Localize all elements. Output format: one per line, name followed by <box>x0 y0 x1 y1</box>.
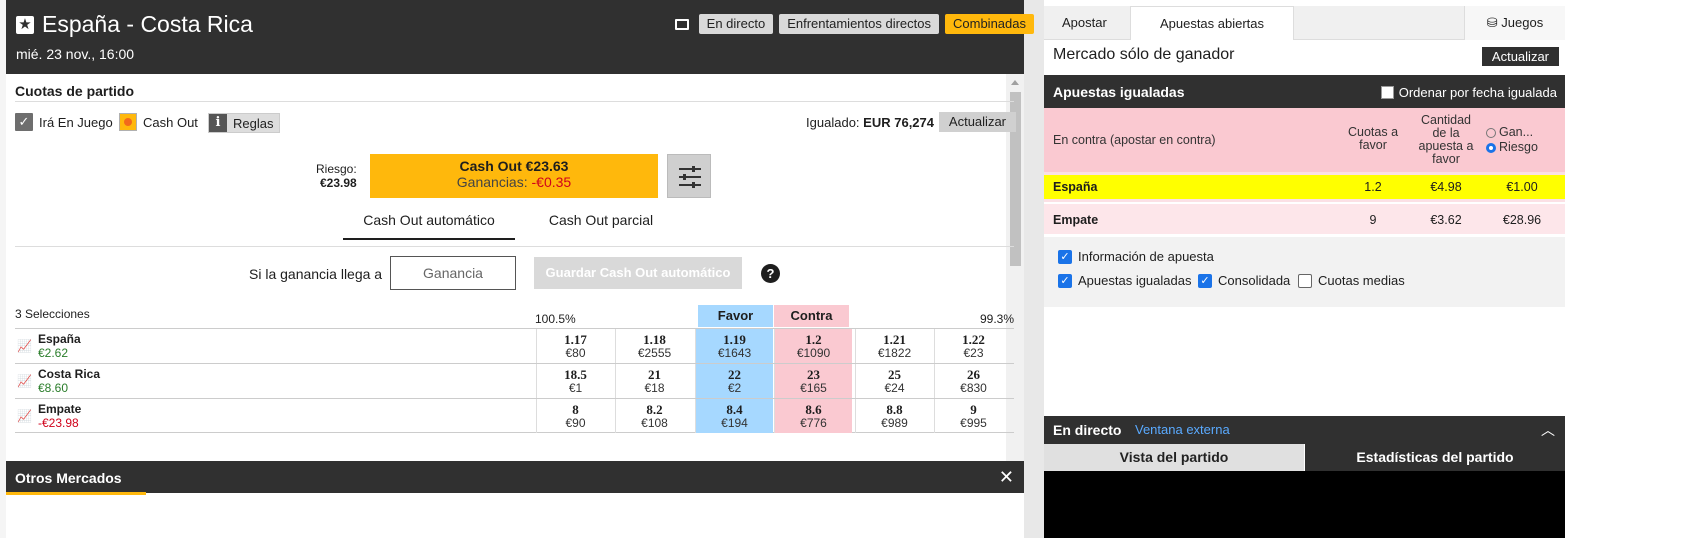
actualizar-button[interactable]: Actualizar <box>938 112 1016 132</box>
favor-header: Favor <box>698 305 773 327</box>
page-margin <box>1565 0 1691 538</box>
star-icon[interactable]: ★ <box>16 15 34 34</box>
riesgo: Riesgo: €23.98 <box>316 162 357 190</box>
ganancia-radio[interactable]: Gan... <box>1486 125 1538 140</box>
igualado: Igualado: EUR 76,274 <box>806 115 934 130</box>
info-icon: i <box>209 114 227 132</box>
sliders-icon[interactable] <box>667 154 711 198</box>
match-title: ★ España - Costa Rica <box>16 11 253 38</box>
betslip-panel: Apostar Apuestas abiertas ⛁ Juegos Merca… <box>1044 0 1565 538</box>
ganancia-input[interactable]: Ganancia <box>390 256 516 290</box>
odds-cell[interactable]: 22 €2 <box>695 364 773 398</box>
bet-row: Empate 9 €3.62 €28.96 <box>1044 204 1565 234</box>
odds-cell[interactable]: 1.18 €2555 <box>615 329 693 363</box>
info-apuesta-checkbox[interactable]: ✓ Información de apuesta <box>1058 249 1214 264</box>
runner-row: 📈 Empate -€23.98 8 €90 8.2 €108 8.4 €194 8.… <box>15 398 1014 433</box>
otros-mercados-header[interactable]: Otros Mercados ✕ <box>6 461 1024 495</box>
bet-row: España 1.2 €4.98 €1.00 <box>1044 172 1565 202</box>
selections-count: 3 Selecciones <box>15 307 90 321</box>
video-area <box>1044 471 1565 538</box>
combinadas-button[interactable]: Combinadas <box>945 14 1034 34</box>
cuotas-medias-checkbox[interactable]: Cuotas medias <box>1298 273 1405 288</box>
ventana-externa-link[interactable]: Ventana externa <box>1135 422 1230 437</box>
reglas-button[interactable]: i Reglas <box>208 113 281 133</box>
si-ganancia-label: Si la ganancia llega a <box>249 266 383 282</box>
lay-percentage: 99.3% <box>979 312 1014 326</box>
odds-cell[interactable]: 8.8 €989 <box>855 399 933 433</box>
close-icon[interactable]: ✕ <box>999 467 1014 488</box>
consolidada-checkbox[interactable]: ✓ Consolidada <box>1198 273 1290 288</box>
section-title: Cuotas de partido <box>15 83 135 99</box>
bets-header: En contra (apostar en contra) Cuotas a f… <box>1044 108 1565 172</box>
guardar-cashout-button[interactable]: Guardar Cash Out automático <box>534 257 742 289</box>
juegos-button[interactable]: ⛁ Juegos <box>1464 6 1565 40</box>
mercado-title: Mercado sólo de ganador <box>1053 46 1235 63</box>
apuestas-igualadas-checkbox[interactable]: ✓ Apuestas igualadas <box>1058 273 1191 288</box>
cashout-icon <box>119 113 137 131</box>
odds-cell[interactable]: 8.4 €194 <box>695 399 773 433</box>
odds-cell[interactable]: 18.5 €1 <box>536 364 614 398</box>
tab-cashout-parcial[interactable]: Cash Out parcial <box>515 212 687 240</box>
match-header: ★ España - Costa Rica mié. 23 nov., 16:0… <box>6 0 1034 74</box>
tab-apostar[interactable]: Apostar <box>1062 6 1107 40</box>
ira-en-juego: ✓ Irá En Juego <box>15 113 113 131</box>
runner-row: 📈 Costa Rica €8.60 18.5 €1 21 €18 22 €2 23 €… <box>15 363 1014 398</box>
odds-cell[interactable]: 8.2 €108 <box>615 399 693 433</box>
actualizar-right-button[interactable]: Actualizar <box>1481 47 1559 66</box>
odds-cell[interactable]: 1.17 €80 <box>536 329 614 363</box>
cashout-indicator: Cash Out <box>119 113 198 131</box>
check-icon: ✓ <box>15 113 33 131</box>
odds-cell[interactable]: 1.2 €1090 <box>774 329 852 363</box>
riesgo-radio[interactable]: Riesgo <box>1486 140 1538 155</box>
odds-cell[interactable]: 1.21 €1822 <box>855 329 933 363</box>
juegos-icon: ⛁ <box>1486 15 1502 30</box>
back-percentage: 100.5% <box>535 312 576 326</box>
estadisticas-button[interactable]: Estadísticas del partido <box>1305 444 1565 471</box>
odds-cell[interactable]: 25 €24 <box>855 364 933 398</box>
odds-cell[interactable]: 8.6 €776 <box>774 399 852 433</box>
main-panel: ★ España - Costa Rica mié. 23 nov., 16:0… <box>6 0 1034 538</box>
ordenar-checkbox[interactable]: Ordenar por fecha igualada <box>1380 85 1557 100</box>
odds-cell[interactable]: 1.19 €1643 <box>695 329 773 363</box>
market-table: 📈 España €2.62 1.17 €80 1.18 €2555 1.19 €16… <box>15 328 1014 433</box>
chart-icon[interactable]: 📈 <box>17 374 32 388</box>
odds-cell[interactable]: 8 €90 <box>536 399 614 433</box>
help-icon[interactable]: ? <box>761 264 780 283</box>
match-date: mié. 23 nov., 16:00 <box>16 46 135 62</box>
tab-apuestas-abiertas[interactable]: Apuestas abiertas <box>1130 6 1294 40</box>
enfrentamientos-button[interactable]: Enfrentamientos directos <box>779 14 939 34</box>
contra-header: Contra <box>774 305 849 327</box>
tab-cashout-automatico[interactable]: Cash Out automático <box>343 212 515 240</box>
en-directo-button[interactable]: En directo <box>698 14 774 34</box>
chart-icon[interactable]: 📈 <box>17 339 32 353</box>
cashout-button[interactable]: Cash Out €23.63 Ganancias: -€0.35 <box>370 154 658 198</box>
chart-icon[interactable]: 📈 <box>17 409 32 423</box>
runner-row: 📈 España €2.62 1.17 €80 1.18 €2555 1.19 €16… <box>15 328 1014 363</box>
odds-cell[interactable]: 23 €165 <box>774 364 852 398</box>
odds-cell[interactable]: 21 €18 <box>615 364 693 398</box>
vista-partido-button[interactable]: Vista del partido <box>1044 444 1304 471</box>
odds-cell[interactable]: 9 €995 <box>934 399 1012 433</box>
odds-cell[interactable]: 1.22 €23 <box>934 329 1012 363</box>
en-directo-bar: En directo Ventana externa ︿ <box>1044 416 1565 444</box>
chevron-up-icon[interactable]: ︿ <box>1541 420 1555 440</box>
tv-icon <box>674 18 689 30</box>
odds-cell[interactable]: 26 €830 <box>934 364 1012 398</box>
apuestas-igualadas-header: Apuestas igualadas Ordenar por fecha igu… <box>1044 75 1565 108</box>
